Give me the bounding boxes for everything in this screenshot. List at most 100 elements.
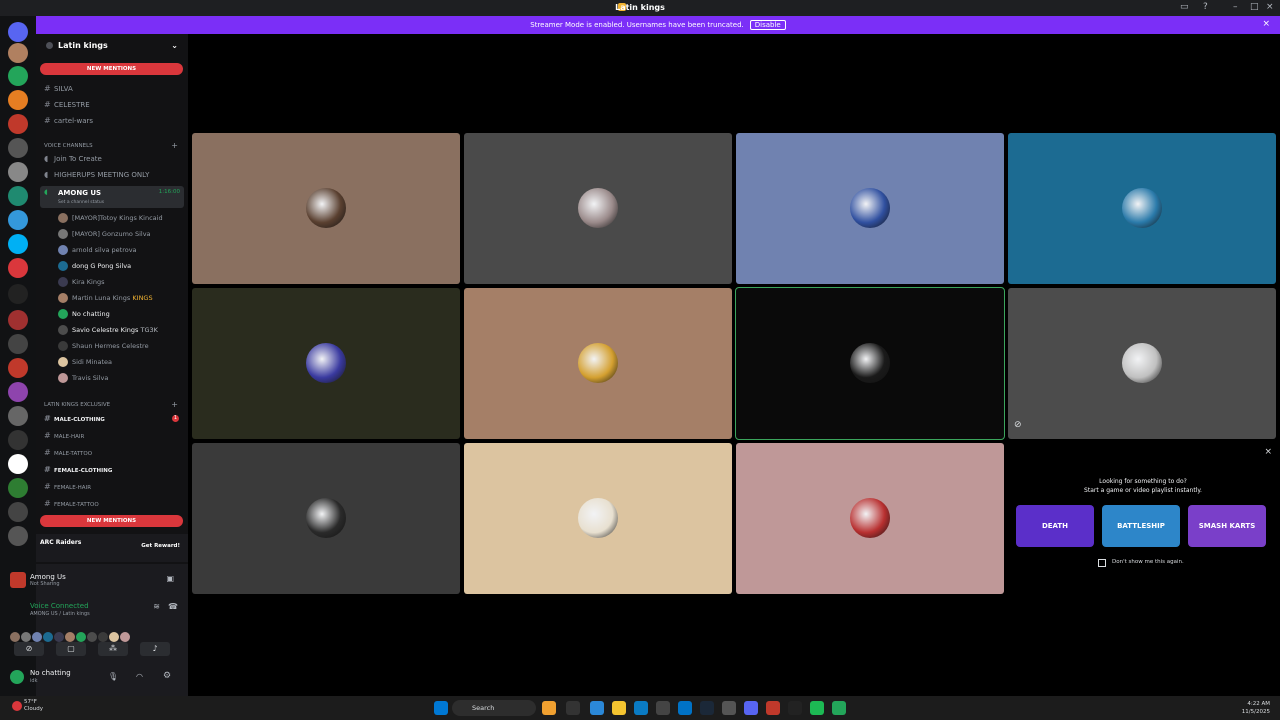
copilot-icon[interactable] <box>590 701 604 715</box>
help-icon[interactable]: ? <box>1203 2 1208 12</box>
new-mentions-button[interactable]: NEW MENTIONS <box>40 63 183 75</box>
voice-member[interactable]: dong G Pong Silva <box>58 261 131 275</box>
share-screen-button[interactable]: ▢ <box>56 642 86 656</box>
server-icon[interactable] <box>8 284 28 304</box>
headphones-icon[interactable]: ◠ <box>136 672 143 681</box>
close-suggestion-icon[interactable]: × <box>1264 447 1272 457</box>
channel-male-tattoo[interactable]: # MALE-TATTOO <box>44 448 92 461</box>
participant-tile[interactable] <box>735 287 1005 440</box>
disable-streamer-button[interactable]: Disable <box>749 20 786 30</box>
add-channel-icon[interactable]: + <box>171 400 178 409</box>
game-tile[interactable]: BATTLESHIP <box>1102 505 1180 547</box>
server-icon[interactable] <box>8 358 28 378</box>
server-icon[interactable] <box>8 114 28 134</box>
activity-button[interactable]: ⁂ <box>98 642 128 656</box>
server-icon[interactable] <box>8 138 28 158</box>
exclusive-category[interactable]: LATIN KINGS EXCLUSIVE <box>44 402 110 408</box>
server-icon[interactable] <box>8 66 28 86</box>
settings-gear-icon[interactable]: ⚙ <box>163 671 171 681</box>
steam-icon[interactable] <box>700 701 714 715</box>
server-icon[interactable] <box>8 502 28 522</box>
app-icon[interactable] <box>656 701 670 715</box>
file-explorer-icon[interactable] <box>612 701 626 715</box>
app-icon[interactable] <box>722 701 736 715</box>
voice-member[interactable]: arnold silva petrova <box>58 245 137 259</box>
game-tile[interactable]: DEATH <box>1016 505 1094 547</box>
channel-male-clothing[interactable]: # MALE-CLOTHING <box>44 414 105 427</box>
participant-tile[interactable] <box>1008 133 1276 284</box>
maximize-button[interactable]: □ <box>1250 2 1259 12</box>
participant-tile[interactable] <box>736 133 1004 284</box>
voice-member[interactable]: [MAYOR]Totoy Kings Kincaid <box>58 213 163 227</box>
channel-female-hair[interactable]: # FEMALE-HAIR <box>44 482 91 495</box>
server-icon[interactable] <box>8 186 28 206</box>
promo-banner[interactable]: ARC Raiders Get Reward! <box>36 534 188 562</box>
server-icon[interactable] <box>8 234 28 254</box>
voice-member[interactable]: Shaun Hermes Celestre <box>58 341 149 355</box>
task-view-icon[interactable] <box>566 701 580 715</box>
voice-member[interactable]: Sidi Minatea <box>58 357 112 371</box>
voice-member[interactable]: Kira Kings <box>58 277 105 291</box>
app-icon[interactable] <box>832 701 846 715</box>
channel-female-tattoo[interactable]: # FEMALE-TATTOO <box>44 499 99 512</box>
guild-header[interactable]: Latin kings ⌄ <box>36 34 188 58</box>
user-avatar[interactable] <box>10 670 24 684</box>
app-icon[interactable] <box>542 701 556 715</box>
discord-icon[interactable] <box>744 701 758 715</box>
channel-silva[interactable]: # SILVA <box>44 84 73 97</box>
voice-join-to-create[interactable]: ◖ Join To Create <box>44 154 102 167</box>
camera-button[interactable]: ⊘ <box>14 642 44 656</box>
channel-male-hair[interactable]: # MALE-HAIR <box>44 431 84 444</box>
app-icon[interactable] <box>766 701 780 715</box>
disconnect-icon[interactable]: ☎ <box>168 602 178 611</box>
participant-tile[interactable] <box>464 133 732 284</box>
server-icon[interactable] <box>8 310 28 330</box>
participant-tile[interactable] <box>192 288 460 439</box>
start-icon[interactable] <box>434 701 448 715</box>
server-icon[interactable] <box>8 430 28 450</box>
server-icon[interactable] <box>8 406 28 426</box>
participant-tile[interactable] <box>192 443 460 594</box>
outlook-icon[interactable] <box>678 701 692 715</box>
taskbar-search[interactable]: Search <box>452 700 536 716</box>
participant-tile[interactable] <box>736 443 1004 594</box>
add-channel-icon[interactable]: + <box>171 141 178 150</box>
server-icon[interactable] <box>8 210 28 230</box>
spotify-icon[interactable] <box>810 701 824 715</box>
system-clock[interactable]: 4:22 AM 11/5/2025 <box>1242 700 1270 716</box>
close-banner-icon[interactable]: × <box>1262 19 1270 29</box>
voice-member[interactable]: Travis Silva <box>58 373 108 387</box>
server-icon[interactable] <box>8 454 28 474</box>
server-icon[interactable] <box>8 526 28 546</box>
server-icon[interactable] <box>8 90 28 110</box>
weather-widget[interactable]: 57°F Cloudy <box>24 699 43 713</box>
participant-tile[interactable] <box>192 133 460 284</box>
soundboard-button[interactable]: ♪ <box>140 642 170 656</box>
new-mentions-button[interactable]: NEW MENTIONS <box>40 515 183 527</box>
dont-show-checkbox[interactable] <box>1098 559 1106 567</box>
voice-member[interactable]: [MAYOR] Gonzumo Silva <box>58 229 151 243</box>
participant-tile[interactable] <box>464 288 732 439</box>
server-icon[interactable] <box>8 43 28 63</box>
server-icon[interactable] <box>8 258 28 278</box>
game-tile[interactable]: SMASH KARTS <box>1188 505 1266 547</box>
voice-higherups[interactable]: ◖ HIGHERUPS MEETING ONLY <box>44 170 149 183</box>
participant-tile[interactable] <box>464 443 732 594</box>
edge-icon[interactable] <box>634 701 648 715</box>
screen-share-icon[interactable]: ▣ <box>166 574 174 583</box>
get-reward-button[interactable]: Get Reward! <box>141 543 180 549</box>
channel-celestre[interactable]: # CELESTRE <box>44 100 90 113</box>
close-window-button[interactable]: × <box>1266 2 1274 12</box>
voice-category[interactable]: Voice Channels <box>44 143 93 149</box>
server-icon[interactable] <box>8 382 28 402</box>
inbox-icon[interactable]: ▭ <box>1180 2 1189 12</box>
server-icon[interactable] <box>8 334 28 354</box>
channel-cartel-wars[interactable]: # cartel-wars <box>44 116 93 129</box>
active-voice-channel[interactable]: ◖ AMONG US 1:16:00 Set a channel status <box>40 186 184 208</box>
voice-member[interactable]: Savio Celestre Kings TG3K <box>58 325 158 339</box>
voice-member[interactable]: No chatting <box>58 309 110 323</box>
server-icon[interactable] <box>8 478 28 498</box>
participant-tile[interactable] <box>1008 288 1276 439</box>
server-icon[interactable] <box>8 162 28 182</box>
microphone-icon[interactable]: 🎙 <box>108 672 118 681</box>
